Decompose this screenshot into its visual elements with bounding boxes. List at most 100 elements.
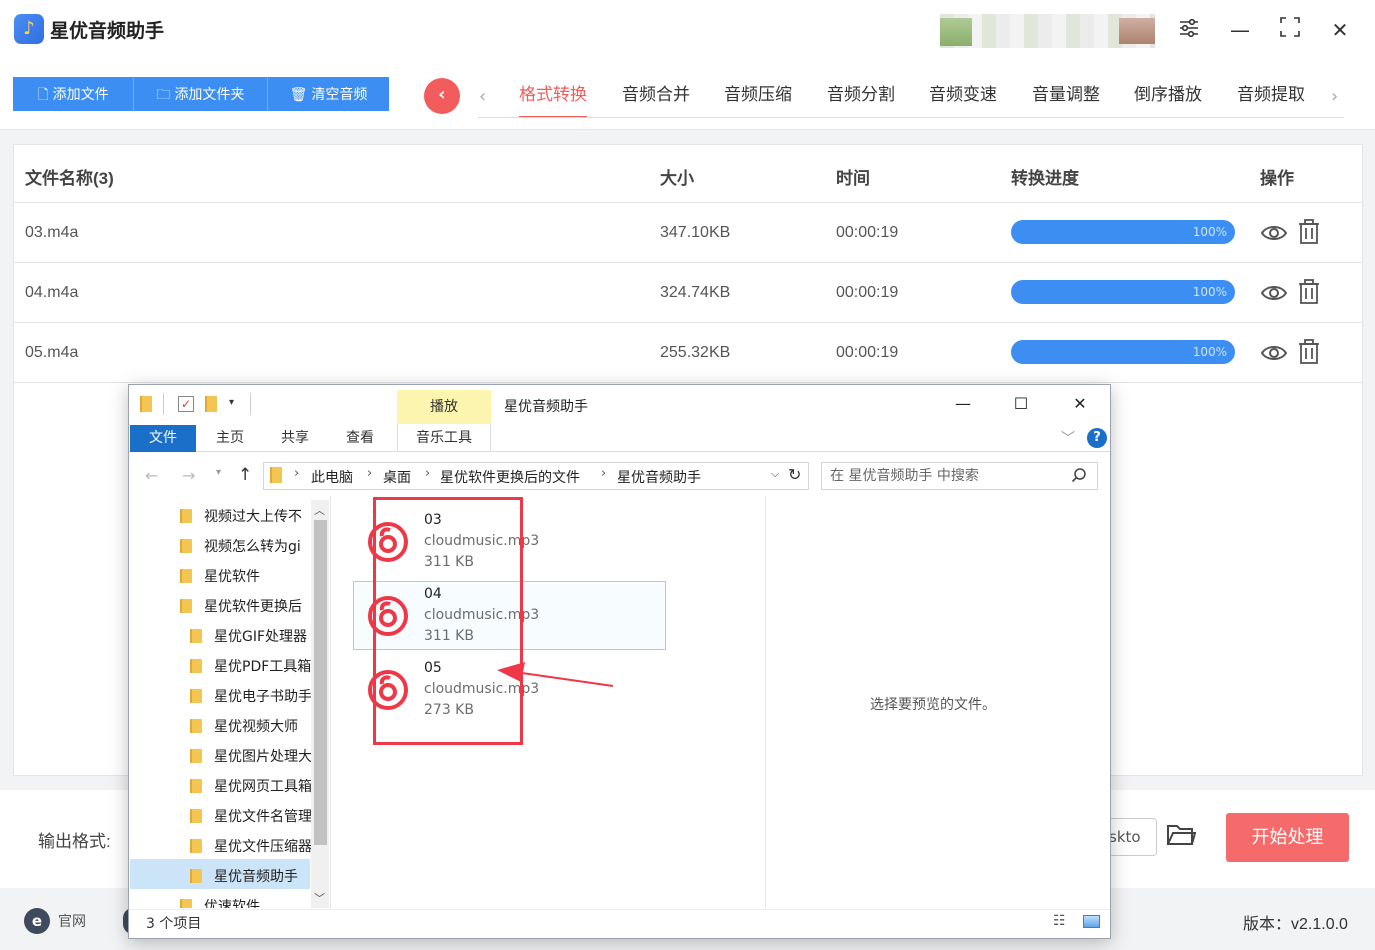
- expand-ribbon-chevron-icon[interactable]: ﹀: [1061, 428, 1075, 448]
- ribbon-tab-file[interactable]: 文件: [130, 425, 196, 452]
- scroll-up-icon[interactable]: ︿: [314, 502, 325, 518]
- tab-reverse-play[interactable]: 倒序播放: [1134, 82, 1202, 118]
- delete-trash-icon[interactable]: [1297, 219, 1323, 245]
- table-row-size: 255.32KB: [660, 344, 731, 361]
- preview-eye-icon[interactable]: [1260, 221, 1288, 245]
- folder-icon: [180, 539, 192, 553]
- refresh-icon[interactable]: ↻: [788, 465, 801, 484]
- tabs-scroll-left-icon[interactable]: ‹: [479, 86, 486, 107]
- close-icon[interactable]: ✕: [1326, 16, 1354, 44]
- details-view-icon[interactable]: ☷: [1053, 913, 1066, 929]
- output-path-field[interactable]: skto: [1105, 818, 1157, 856]
- ribbon-tab-music-tools[interactable]: 音乐工具: [397, 424, 491, 452]
- back-arrow-icon[interactable]: ←: [145, 466, 158, 485]
- breadcrumb-folder[interactable]: 星优软件更换后的文件: [440, 467, 580, 487]
- table-row-name: 05.m4a: [25, 344, 79, 361]
- minimize-icon[interactable]: —: [1226, 16, 1254, 44]
- tree-item[interactable]: 星优视频大师: [190, 716, 320, 736]
- tree-item[interactable]: 星优文件名管理: [190, 806, 320, 826]
- tree-item[interactable]: 星优图片处理大: [190, 746, 320, 766]
- explorer-close-icon[interactable]: ✕: [1065, 392, 1095, 416]
- tree-item[interactable]: 视频过大上传不: [180, 506, 310, 526]
- folder-icon: [180, 899, 192, 908]
- explorer-minimize-icon[interactable]: —: [948, 392, 978, 416]
- folder-icon: [190, 809, 202, 823]
- scroll-down-icon[interactable]: ﹀: [314, 890, 325, 906]
- properties-check-icon[interactable]: ✓: [178, 396, 194, 412]
- breadcrumb-current[interactable]: 星优音频助手: [617, 467, 701, 487]
- tab-volume-adjust[interactable]: 音量调整: [1032, 82, 1100, 118]
- folder-icon: [190, 779, 202, 793]
- forward-arrow-icon[interactable]: →: [182, 466, 195, 485]
- official-site-link[interactable]: 官网: [58, 911, 86, 931]
- row-divider: [13, 202, 1363, 203]
- large-icons-view-icon[interactable]: [1083, 915, 1100, 928]
- user-avatar-area[interactable]: [940, 14, 1155, 48]
- play-context-tab[interactable]: 播放: [397, 390, 491, 424]
- breadcrumb-desktop[interactable]: 桌面: [383, 467, 411, 487]
- breadcrumb-separator-icon: ›: [294, 466, 300, 481]
- folder-icon: [180, 509, 192, 523]
- tabs-scroll-right-icon[interactable]: ›: [1331, 86, 1338, 107]
- tree-item[interactable]: 星优软件更换后: [180, 596, 310, 616]
- maximize-icon[interactable]: [1276, 16, 1304, 44]
- ribbon-tab-share[interactable]: 共享: [281, 425, 309, 452]
- official-site-icon[interactable]: e: [24, 908, 50, 934]
- tree-item[interactable]: 星优电子书助手: [190, 686, 320, 706]
- tree-item-selected[interactable]: 星优音频助手: [190, 866, 320, 886]
- tree-item[interactable]: 视频怎么转为gi: [180, 536, 310, 556]
- address-dropdown-icon[interactable]: ⌵: [771, 467, 779, 481]
- folder-icon: 🗀: [156, 86, 175, 102]
- breadcrumb-this-pc[interactable]: 此电脑: [311, 467, 353, 487]
- header-size: 大小: [660, 169, 694, 188]
- up-arrow-icon[interactable]: ↑: [238, 465, 252, 485]
- preview-eye-icon[interactable]: [1260, 281, 1288, 305]
- tab-audio-split[interactable]: 音频分割: [827, 82, 895, 118]
- preview-eye-icon[interactable]: [1260, 341, 1288, 365]
- delete-trash-icon[interactable]: [1297, 279, 1323, 305]
- tree-scrollbar-thumb[interactable]: [314, 520, 327, 845]
- recent-dropdown-icon[interactable]: ▾: [216, 467, 221, 478]
- app-logo-icon: ♪: [14, 14, 44, 44]
- folder-icon: [180, 599, 192, 613]
- explorer-maximize-icon[interactable]: ☐: [1006, 392, 1036, 416]
- view-toggle[interactable]: ☷: [1053, 913, 1103, 931]
- help-icon[interactable]: ?: [1087, 428, 1107, 448]
- start-processing-button[interactable]: 开始处理: [1226, 813, 1349, 862]
- tab-audio-speed[interactable]: 音频变速: [929, 82, 997, 118]
- tree-item[interactable]: 星优GIF处理器: [190, 626, 320, 646]
- table-row-size: 347.10KB: [660, 224, 731, 241]
- search-icon[interactable]: [1071, 467, 1087, 487]
- settings-sliders-icon[interactable]: [1175, 16, 1203, 44]
- tab-audio-compress[interactable]: 音频压缩: [724, 82, 792, 118]
- open-folder-icon[interactable]: [1166, 822, 1198, 852]
- collapse-left-button[interactable]: ‹: [424, 78, 460, 114]
- ribbon-tab-home[interactable]: 主页: [216, 425, 244, 452]
- pane-divider: [330, 496, 331, 910]
- tree-item[interactable]: 优速软件: [180, 896, 310, 908]
- header-time: 时间: [836, 169, 870, 188]
- tree-item[interactable]: 星优软件: [180, 566, 310, 586]
- delete-trash-icon[interactable]: [1297, 339, 1323, 365]
- header-file-name: 文件名称(3): [25, 169, 114, 188]
- tab-format-convert[interactable]: 格式转换: [519, 82, 587, 118]
- clear-audio-button[interactable]: 🗑 清空音频: [268, 77, 389, 111]
- ribbon-tab-view[interactable]: 查看: [346, 425, 374, 452]
- breadcrumb-separator-icon: ›: [601, 466, 607, 481]
- tab-audio-merge[interactable]: 音频合并: [622, 82, 690, 118]
- divider: [163, 393, 164, 415]
- tree-item[interactable]: 星优文件压缩器: [190, 836, 320, 856]
- folder-icon: [270, 467, 282, 483]
- table-row-time: 00:00:19: [836, 224, 899, 241]
- quick-access-dropdown-icon[interactable]: ▾: [229, 397, 234, 408]
- tree-item[interactable]: 星优网页工具箱: [190, 776, 320, 796]
- tree-item[interactable]: 星优PDF工具箱: [190, 656, 320, 676]
- add-file-button[interactable]: 🗋 添加文件: [13, 77, 134, 111]
- tabs-divider: [478, 117, 1344, 118]
- add-folder-button[interactable]: 🗀 添加文件夹: [134, 77, 268, 111]
- progress-bar: 100%: [1011, 340, 1235, 364]
- new-folder-icon[interactable]: [205, 396, 217, 412]
- ribbon-bar: [129, 424, 1110, 452]
- search-input[interactable]: 在 星优音频助手 中搜索: [821, 462, 1098, 490]
- tab-audio-extract[interactable]: 音频提取: [1237, 82, 1305, 118]
